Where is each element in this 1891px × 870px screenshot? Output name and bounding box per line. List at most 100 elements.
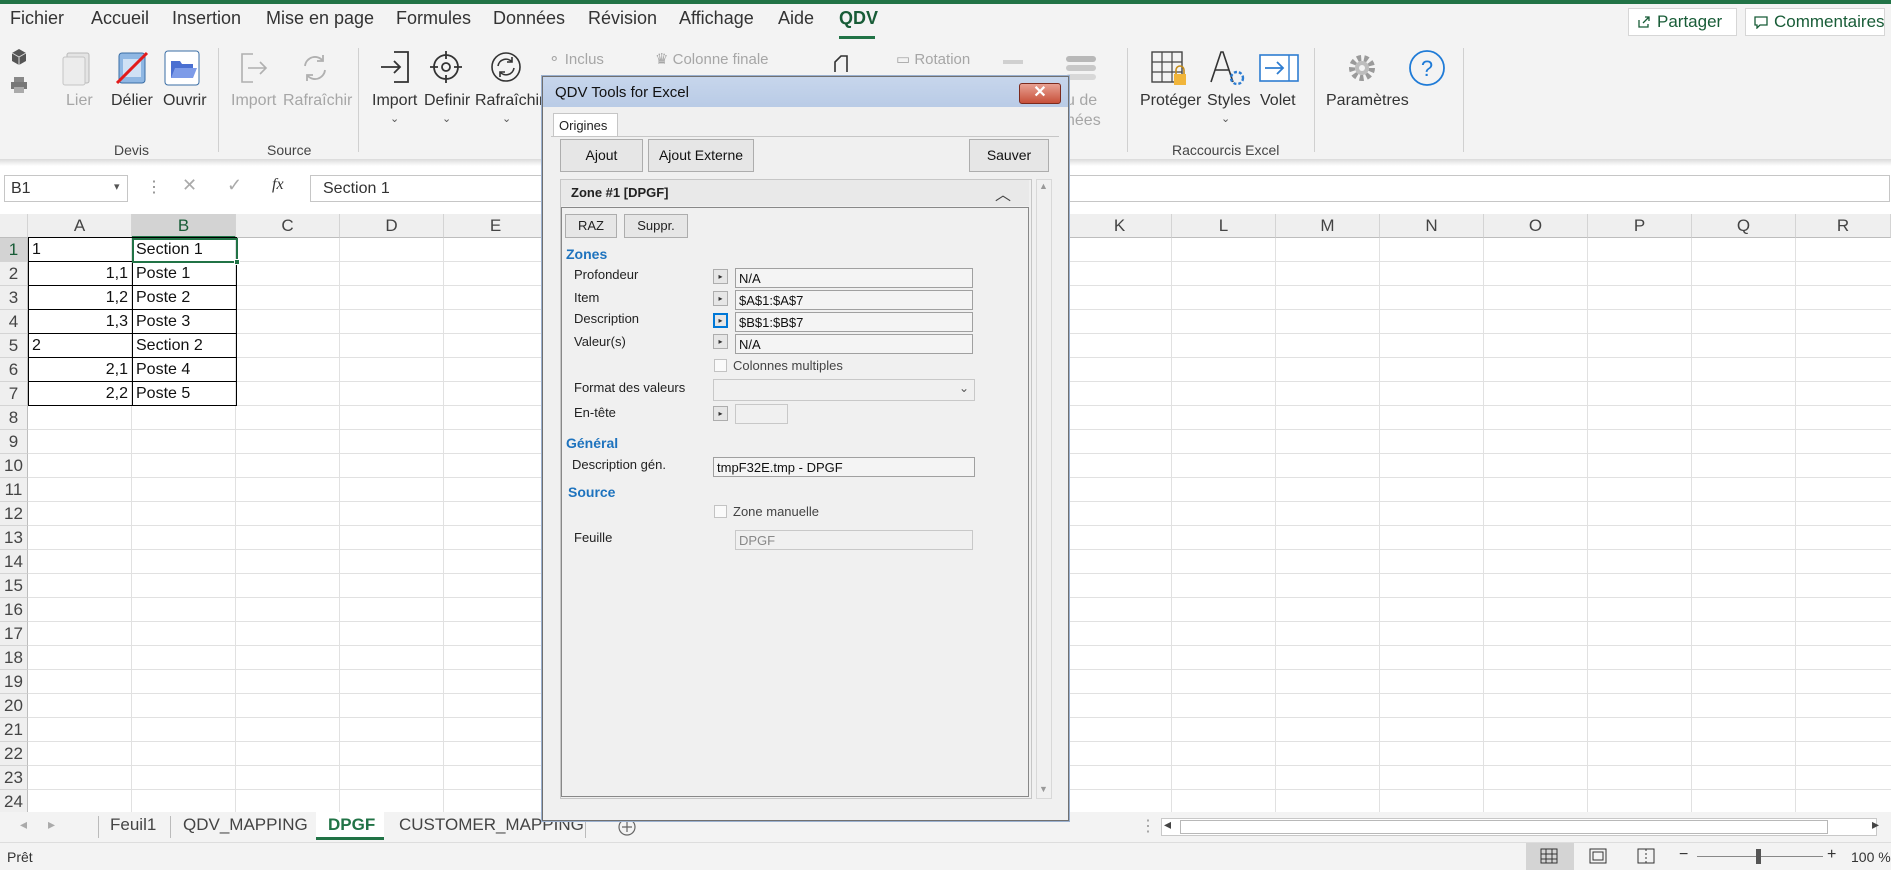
- item-picker[interactable]: ▸: [713, 291, 728, 306]
- scroll-up-icon[interactable]: ▲: [1039, 181, 1048, 191]
- chevron-down-icon[interactable]: ⌄: [502, 112, 511, 125]
- column-header-o[interactable]: O: [1484, 214, 1588, 238]
- column-header-k[interactable]: K: [1068, 214, 1172, 238]
- sheet-tab-qdv-mapping[interactable]: QDV_MAPPING: [171, 812, 320, 840]
- menu-aide[interactable]: Aide: [778, 8, 814, 29]
- description-gen-field[interactable]: tmpF32E.tmp - DPGF: [713, 457, 975, 477]
- ajout-button[interactable]: Ajout: [560, 139, 643, 172]
- raz-button[interactable]: RAZ: [565, 214, 617, 238]
- scroll-down-icon[interactable]: ▼: [1039, 784, 1048, 794]
- row-header-24[interactable]: 24: [0, 790, 28, 814]
- profondeur-field[interactable]: N/A: [735, 268, 973, 288]
- cell-b7[interactable]: Poste 5: [132, 382, 236, 405]
- row-header-10[interactable]: 10: [0, 454, 28, 478]
- menu-accueil[interactable]: Accueil: [91, 8, 149, 29]
- colonnes-multiples-checkbox[interactable]: [714, 359, 727, 372]
- tab-origines[interactable]: Origines: [553, 113, 618, 137]
- column-header-b[interactable]: B: [132, 214, 236, 238]
- entete-picker[interactable]: ▸: [713, 406, 728, 421]
- dialog-close-button[interactable]: ✕: [1019, 83, 1061, 104]
- tab-scroll-right-icon[interactable]: ▸: [48, 816, 55, 833]
- row-header-9[interactable]: 9: [0, 430, 28, 454]
- row-header-22[interactable]: 22: [0, 742, 28, 766]
- fill-handle[interactable]: [234, 259, 240, 265]
- chevron-down-icon[interactable]: ⌄: [1221, 112, 1230, 125]
- splitter-icon[interactable]: ⋮: [1140, 816, 1156, 836]
- menu-donnees[interactable]: Données: [493, 8, 565, 29]
- cell-b3[interactable]: Poste 2: [132, 286, 236, 309]
- column-header-r[interactable]: R: [1796, 214, 1891, 238]
- collapse-icon[interactable]: ︿: [995, 181, 1011, 205]
- zone-manuelle-checkbox[interactable]: [714, 505, 727, 518]
- chevron-down-icon[interactable]: ⌄: [390, 112, 399, 125]
- chevron-down-icon[interactable]: ⌄: [442, 112, 451, 125]
- name-box[interactable]: B1: [4, 175, 128, 202]
- cell-b5[interactable]: Section 2: [132, 334, 236, 357]
- gear-icon[interactable]: [1344, 50, 1380, 86]
- row-header-1[interactable]: 1: [0, 238, 28, 262]
- row-header-13[interactable]: 13: [0, 526, 28, 550]
- row-header-2[interactable]: 2: [0, 262, 28, 286]
- column-header-e[interactable]: E: [444, 214, 548, 238]
- scrollbar-thumb[interactable]: [1180, 820, 1828, 834]
- menu-affichage[interactable]: Affichage: [679, 8, 754, 29]
- description-field[interactable]: $B$1:$B$7: [735, 312, 973, 332]
- printer-icon[interactable]: [10, 76, 28, 94]
- column-header-l[interactable]: L: [1172, 214, 1276, 238]
- check-icon[interactable]: ✓: [227, 175, 242, 196]
- column-header-p[interactable]: P: [1588, 214, 1692, 238]
- column-header-c[interactable]: C: [236, 214, 340, 238]
- zoom-in-icon[interactable]: +: [1827, 846, 1836, 864]
- row-header-5[interactable]: 5: [0, 334, 28, 358]
- menu-formules[interactable]: Formules: [396, 8, 471, 29]
- sauver-button[interactable]: Sauver: [969, 139, 1049, 172]
- format-select[interactable]: ⌄: [713, 379, 975, 401]
- colonne-finale-button[interactable]: ♛ Colonne finale: [655, 50, 769, 68]
- feuille-field[interactable]: DPGF: [735, 530, 973, 550]
- cell-a2[interactable]: 1,1: [28, 262, 132, 285]
- entete-field[interactable]: [735, 404, 788, 424]
- row-header-17[interactable]: 17: [0, 622, 28, 646]
- import-disabled-icon[interactable]: [239, 52, 271, 84]
- cell-b6[interactable]: Poste 4: [132, 358, 236, 381]
- cell-a6[interactable]: 2,1: [28, 358, 132, 381]
- scroll-left-icon[interactable]: ◂: [1164, 816, 1171, 833]
- sheet-tab-dpgf[interactable]: DPGF: [316, 812, 384, 840]
- inclus-button[interactable]: ⚬ Inclus: [548, 50, 604, 68]
- fx-icon[interactable]: fx: [272, 176, 284, 194]
- row-header-6[interactable]: 6: [0, 358, 28, 382]
- column-header-n[interactable]: N: [1380, 214, 1484, 238]
- share-button[interactable]: Partager: [1628, 8, 1737, 36]
- row-header-23[interactable]: 23: [0, 766, 28, 790]
- row-header-7[interactable]: 7: [0, 382, 28, 406]
- link-document-icon[interactable]: [61, 49, 97, 87]
- cell-a4[interactable]: 1,3: [28, 310, 132, 333]
- refresh-icon[interactable]: [489, 50, 523, 84]
- menu-insertion[interactable]: Insertion: [172, 8, 241, 29]
- cell-a7[interactable]: 2,2: [28, 382, 132, 405]
- column-header-m[interactable]: M: [1276, 214, 1380, 238]
- page-break-icon[interactable]: [1637, 848, 1655, 864]
- item-field[interactable]: $A$1:$A$7: [735, 290, 973, 310]
- import-icon[interactable]: [378, 50, 412, 84]
- refresh-disabled-icon[interactable]: [299, 52, 331, 84]
- suppr-button[interactable]: Suppr.: [624, 214, 688, 238]
- row-header-3[interactable]: 3: [0, 286, 28, 310]
- zoom-level[interactable]: 100 %: [1851, 849, 1891, 865]
- row-header-11[interactable]: 11: [0, 478, 28, 502]
- column-header-q[interactable]: Q: [1692, 214, 1796, 238]
- page-layout-icon[interactable]: [1589, 848, 1607, 864]
- pane-icon[interactable]: [1259, 54, 1299, 82]
- column-header-a[interactable]: A: [28, 214, 132, 238]
- zoom-out-icon[interactable]: −: [1679, 846, 1688, 864]
- menu-revision[interactable]: Révision: [588, 8, 657, 29]
- select-all-corner[interactable]: [0, 214, 28, 238]
- cell-a5[interactable]: 2: [28, 334, 132, 357]
- row-header-19[interactable]: 19: [0, 670, 28, 694]
- valeurs-picker[interactable]: ▸: [713, 334, 728, 349]
- row-header-15[interactable]: 15: [0, 574, 28, 598]
- sheet-tab-feuil1[interactable]: Feuil1: [98, 812, 168, 840]
- cell-b2[interactable]: Poste 1: [132, 262, 236, 285]
- cell-a1[interactable]: 1: [28, 238, 132, 261]
- scroll-right-icon[interactable]: ▸: [1872, 816, 1879, 833]
